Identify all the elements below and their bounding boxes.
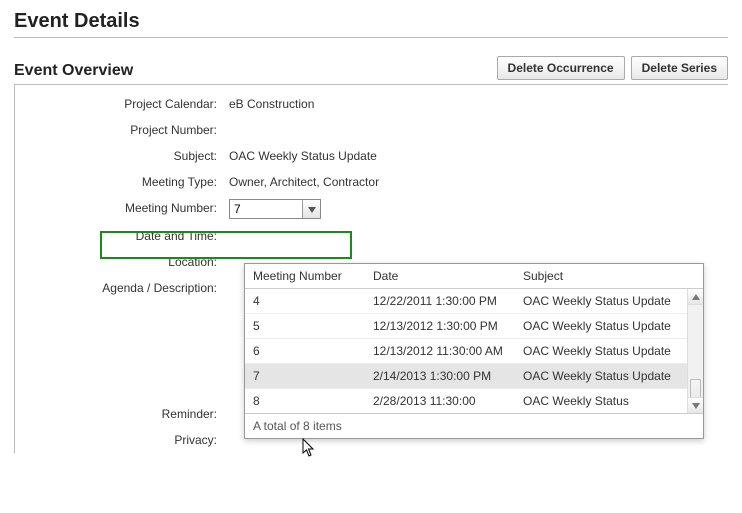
row-date: 12/13/2012 1:30:00 PM	[373, 319, 523, 333]
project-calendar-label: Project Calendar:	[15, 95, 229, 113]
chevron-down-icon	[692, 403, 700, 409]
delete-series-button[interactable]: Delete Series	[631, 56, 728, 80]
row-subject: OAC Weekly Status Update	[523, 344, 695, 358]
dropdown-scrollbar[interactable]	[687, 289, 703, 413]
row-meeting-number: 6	[253, 344, 373, 358]
meeting-type-label: Meeting Type:	[15, 173, 229, 191]
chevron-up-icon	[692, 294, 700, 300]
project-calendar-value: eB Construction	[229, 95, 728, 113]
reminder-label: Reminder:	[15, 405, 229, 423]
row-meeting-number: 7	[253, 369, 373, 383]
meeting-number-input[interactable]	[230, 200, 302, 218]
delete-occurrence-button[interactable]: Delete Occurrence	[497, 56, 625, 80]
action-buttons: Delete Occurrence Delete Series	[497, 56, 728, 80]
date-time-label: Date and Time:	[15, 227, 229, 245]
chevron-down-icon	[308, 200, 316, 218]
privacy-label: Privacy:	[15, 431, 229, 449]
row-date: 12/13/2012 11:30:00 AM	[373, 344, 523, 358]
section-title: Event Overview	[14, 62, 133, 80]
dropdown-row[interactable]: 512/13/2012 1:30:00 PMOAC Weekly Status …	[245, 313, 703, 338]
location-label: Location:	[15, 253, 229, 271]
row-subject: OAC Weekly Status Update	[523, 369, 695, 383]
section-header: Event Overview Delete Occurrence Delete …	[14, 56, 728, 80]
dropdown-footer: A total of 8 items	[245, 413, 703, 438]
column-header-subject[interactable]: Subject	[523, 269, 695, 283]
dropdown-body: 412/22/2011 1:30:00 PMOAC Weekly Status …	[245, 289, 703, 413]
meeting-type-value: Owner, Architect, Contractor	[229, 173, 728, 191]
dropdown-header: Meeting Number Date Subject	[245, 264, 703, 289]
subject-value: OAC Weekly Status Update	[229, 147, 728, 165]
subject-label: Subject:	[15, 147, 229, 165]
column-header-date[interactable]: Date	[373, 269, 523, 283]
row-subject: OAC Weekly Status Update	[523, 294, 695, 308]
row-meeting-number: 4	[253, 294, 373, 308]
scroll-up-button[interactable]	[688, 289, 703, 305]
row-date: 12/22/2011 1:30:00 PM	[373, 294, 523, 308]
row-date: 2/14/2013 1:30:00 PM	[373, 369, 523, 383]
meeting-number-label: Meeting Number:	[15, 199, 229, 217]
page-title: Event Details	[14, 10, 728, 33]
dropdown-row[interactable]: 72/14/2013 1:30:00 PMOAC Weekly Status U…	[245, 363, 703, 388]
dropdown-row[interactable]: 612/13/2012 11:30:00 AMOAC Weekly Status…	[245, 338, 703, 363]
scroll-down-button[interactable]	[688, 397, 703, 413]
dropdown-row[interactable]: 412/22/2011 1:30:00 PMOAC Weekly Status …	[245, 289, 703, 313]
row-subject: OAC Weekly Status Update	[523, 319, 695, 333]
meeting-number-dropdown-button[interactable]	[302, 200, 320, 218]
row-meeting-number: 5	[253, 319, 373, 333]
project-number-label: Project Number:	[15, 121, 229, 139]
meeting-number-dropdown-panel: Meeting Number Date Subject 412/22/2011 …	[244, 263, 704, 439]
row-subject: OAC Weekly Status	[523, 394, 695, 408]
meeting-number-combobox[interactable]	[229, 199, 321, 219]
agenda-label: Agenda / Description:	[15, 279, 229, 297]
title-divider	[14, 37, 728, 38]
column-header-number[interactable]: Meeting Number	[253, 269, 373, 283]
row-date: 2/28/2013 11:30:00	[373, 394, 523, 408]
dropdown-row[interactable]: 82/28/2013 11:30:00OAC Weekly Status	[245, 388, 703, 413]
row-meeting-number: 8	[253, 394, 373, 408]
